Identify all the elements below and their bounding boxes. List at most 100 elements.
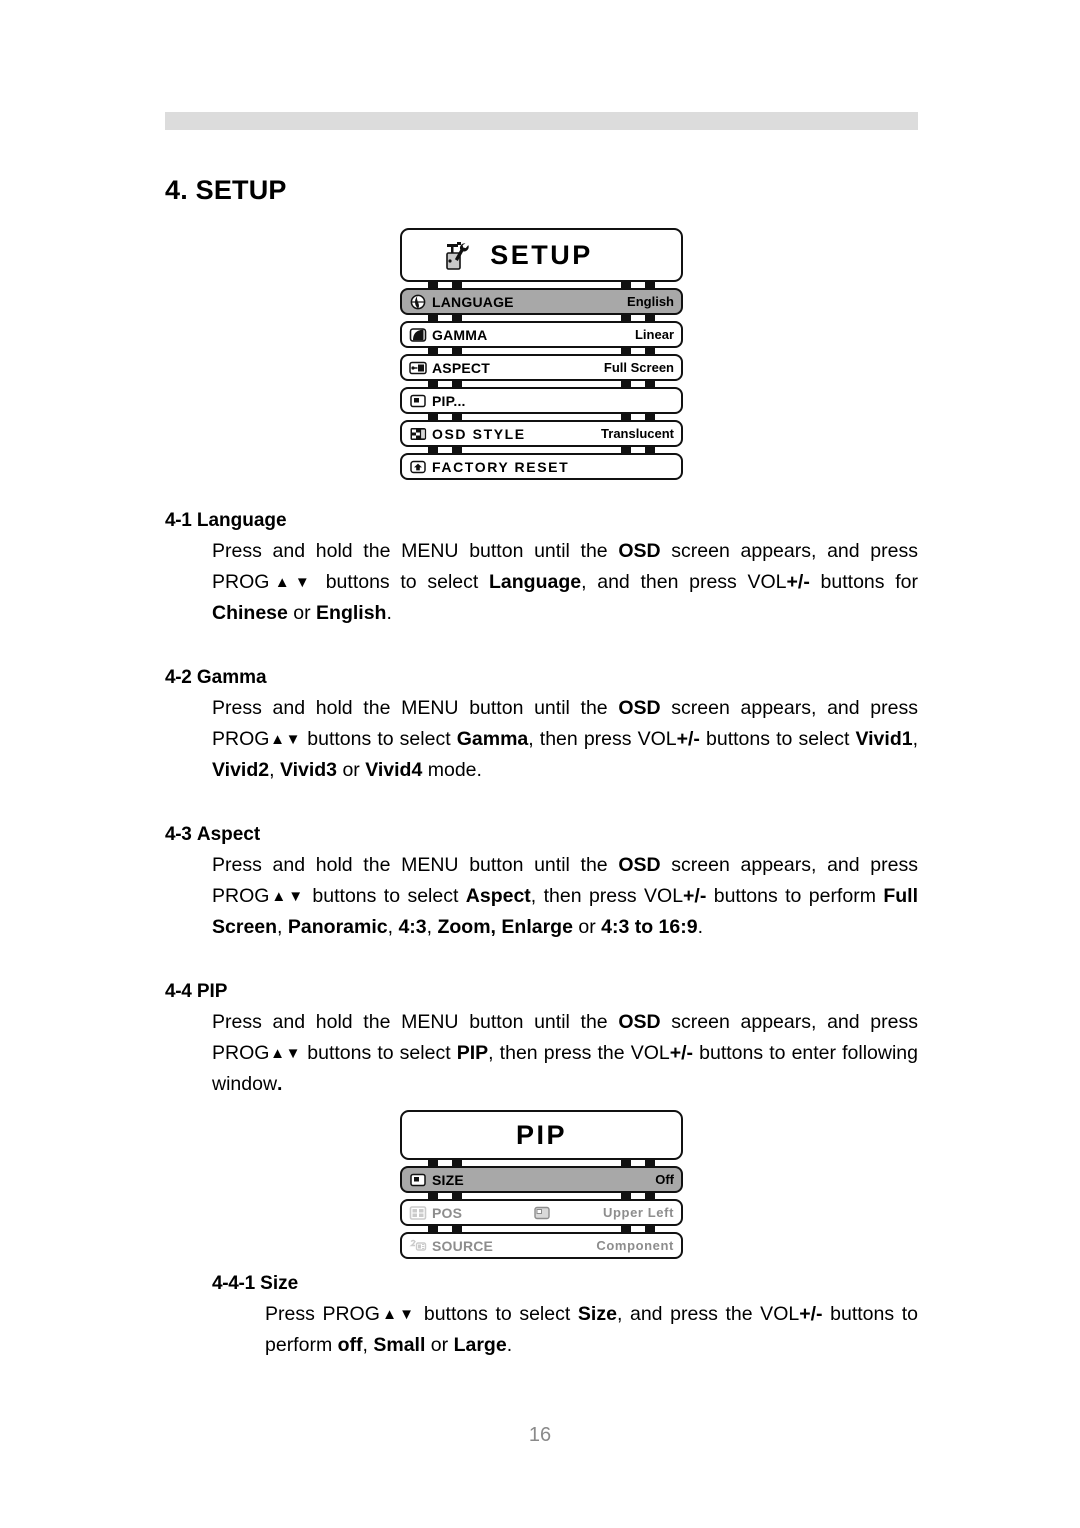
text-run-bold: Chinese xyxy=(212,602,288,624)
reset-arrow-icon xyxy=(408,459,428,475)
text-run: , and press the VOL xyxy=(616,1303,800,1325)
section-number: 4-2 xyxy=(165,667,192,688)
setup-row-pip-label: PIP... xyxy=(432,392,466,409)
text-run: , and then press VOL xyxy=(581,571,787,593)
section-name: Language xyxy=(196,510,287,531)
pip-row-size-label: SIZE xyxy=(432,1171,464,1188)
section-name: PIP xyxy=(196,981,228,1002)
section-heading-language: 4-1 Language xyxy=(165,510,918,532)
pip-corner-icon xyxy=(533,1205,550,1220)
section-heading-size: 4-4-1 Size xyxy=(165,1273,918,1295)
text-run: , then press VOL xyxy=(530,885,684,907)
text-run: , then press the VOL xyxy=(488,1042,670,1064)
setup-row-gamma[interactable]: GAMMA Linear xyxy=(400,321,683,348)
globe-icon xyxy=(408,294,428,310)
text-run-bold: PIP xyxy=(456,1042,489,1064)
text-run: , xyxy=(277,916,288,938)
text-run: , xyxy=(387,916,399,938)
pip-row-pos[interactable]: POS Upper Left xyxy=(400,1199,683,1226)
pip-source-icon xyxy=(408,1238,428,1254)
prog-arrows-glyph: ▲▼ xyxy=(269,574,315,591)
text-run: buttons to select xyxy=(301,728,457,750)
section-number: 4-4-1 xyxy=(212,1273,255,1294)
text-run: , xyxy=(426,916,438,938)
pip-row-source-label: SOURCE xyxy=(432,1237,494,1254)
prog-arrows-glyph: ▲▼ xyxy=(269,888,306,905)
section-number: 4-4 xyxy=(165,981,192,1002)
text-run: or xyxy=(337,759,366,781)
text-run-bold: OSD xyxy=(618,1011,661,1033)
text-run-bold: Vivid4 xyxy=(365,759,423,781)
text-run-bold: 4:3 xyxy=(398,916,427,938)
text-run: or xyxy=(572,916,602,938)
pip-row-size-value: Off xyxy=(655,1172,674,1187)
page-number: 16 xyxy=(528,1424,552,1446)
text-run-bold: OSD xyxy=(618,697,661,719)
pip-menu-title-bar: PIP xyxy=(400,1110,683,1160)
setup-row-language-label: LANGUAGE xyxy=(432,293,514,310)
section-name: Aspect xyxy=(196,824,261,845)
pip-row-pos-label: POS xyxy=(432,1204,463,1221)
text-run-bold: 4:3 to 16:9 xyxy=(601,916,698,938)
setup-row-aspect-value: Full Screen xyxy=(603,360,674,375)
paragraph-aspect: Press and hold the MENU button until the… xyxy=(165,850,918,943)
text-run-bold: Aspect xyxy=(465,885,531,907)
text-run-bold: Vivid1 xyxy=(855,728,913,750)
setup-row-factory-reset[interactable]: FACTORY RESET xyxy=(400,453,683,480)
pip-pos-icon xyxy=(408,1205,428,1221)
text-run-bold: Vivid3 xyxy=(279,759,338,781)
pip-osd-menu: PIP SIZE Off POS Upper Left SOURCE Compo… xyxy=(400,1110,683,1259)
paragraph-gamma: Press and hold the MENU button until the… xyxy=(165,693,918,786)
text-run: Press and hold the MENU button until the xyxy=(212,540,619,562)
text-run-bold: Zoom, xyxy=(437,916,496,938)
text-run-bold: off xyxy=(337,1334,363,1356)
text-run: buttons to select xyxy=(301,1042,457,1064)
setup-row-osd-style[interactable]: OSD STYLE Translucent xyxy=(400,420,683,447)
section-name: Gamma xyxy=(196,667,267,688)
text-run: Press and hold the MENU button until the xyxy=(212,697,619,719)
section-number: 4-3 xyxy=(165,824,192,845)
text-run: Press and hold the MENU button until the xyxy=(212,1011,619,1033)
section-name: Size xyxy=(260,1273,299,1294)
pip-row-source[interactable]: SOURCE Component xyxy=(400,1232,683,1259)
setup-row-language-value: English xyxy=(627,294,674,309)
text-run-bold: +/- xyxy=(799,1303,823,1325)
text-run-bold: Gamma xyxy=(456,728,529,750)
text-run-bold: Large xyxy=(453,1334,507,1356)
pip-window-icon xyxy=(408,393,428,409)
text-run: Press PROG xyxy=(265,1303,380,1325)
text-run: . xyxy=(506,1334,513,1356)
text-run: buttons to select xyxy=(305,885,466,907)
setup-row-aspect-label: ASPECT xyxy=(432,359,490,376)
pip-menu-title-text: PIP xyxy=(515,1119,568,1150)
text-run: , then press VOL xyxy=(528,728,677,750)
text-run: mode. xyxy=(422,759,482,781)
text-run-bold: English xyxy=(316,602,387,624)
pip-row-size[interactable]: SIZE Off xyxy=(400,1166,683,1193)
paragraph-pip: Press and hold the MENU button until the… xyxy=(165,1007,918,1100)
text-run: . xyxy=(697,916,703,938)
text-run: , xyxy=(912,728,918,750)
setup-row-osd-style-label: OSD STYLE xyxy=(432,425,526,442)
pip-row-pos-value: Upper Left xyxy=(603,1205,674,1220)
text-run: Press and hold the MENU button until the xyxy=(212,854,619,876)
text-run-bold: Small xyxy=(373,1334,426,1356)
osd-style-icon xyxy=(408,426,428,442)
text-run-bold: OSD xyxy=(618,540,661,562)
aspect-ratio-icon xyxy=(408,360,428,376)
setup-row-pip[interactable]: PIP... xyxy=(400,387,683,414)
setup-row-gamma-value: Linear xyxy=(634,327,674,342)
setup-menu-title-text: SETUP xyxy=(490,239,593,270)
text-run-bold: +/- xyxy=(669,1042,694,1064)
gamma-curve-icon xyxy=(408,327,428,343)
text-run: or xyxy=(287,602,317,624)
text-run-bold: OSD xyxy=(618,854,661,876)
setup-row-aspect[interactable]: ASPECT Full Screen xyxy=(400,354,683,381)
text-run: . xyxy=(386,602,392,624)
setup-row-osd-style-value: Translucent xyxy=(601,426,674,441)
text-run-bold: Enlarge xyxy=(501,916,573,938)
pip-row-source-value: Component xyxy=(596,1238,674,1253)
text-run: buttons to select xyxy=(416,1303,578,1325)
prog-arrows-glyph: ▲▼ xyxy=(379,1306,417,1323)
setup-row-language[interactable]: LANGUAGE English xyxy=(400,288,683,315)
